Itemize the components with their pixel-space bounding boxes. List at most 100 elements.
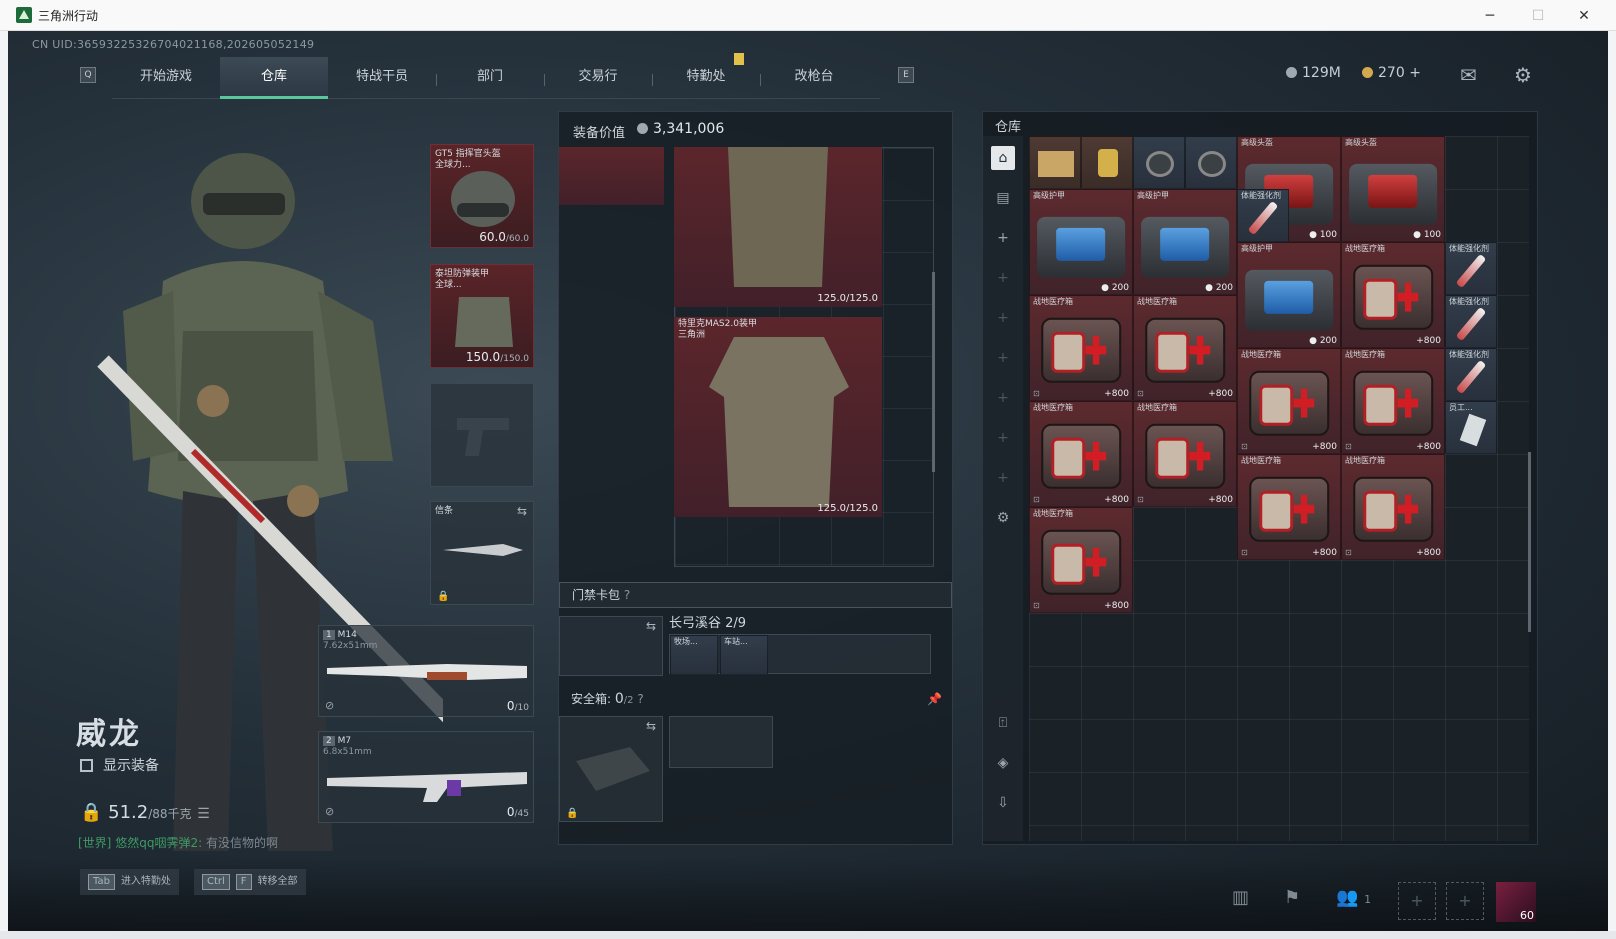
maximize-button[interactable]: ☐	[1516, 4, 1560, 28]
swap-icon[interactable]: ⇆	[646, 719, 656, 733]
nav-prev-key[interactable]: Q	[80, 67, 96, 83]
carry-weight: 🔒 51.2/88千克 ☰	[80, 802, 210, 823]
lock-icon: ⊡	[1241, 442, 1248, 451]
syringe-item[interactable]: 体能强化剂	[1445, 295, 1497, 348]
swap-icon[interactable]: ⇆	[646, 619, 656, 633]
armor-case-item[interactable]: 高级护甲 ● 200	[1029, 189, 1133, 295]
close-button[interactable]: ✕	[1562, 4, 1606, 28]
armor-item-2[interactable]: 特里克MAS2.0装甲 三角洲 125.0/125.0	[674, 317, 882, 517]
loadout-panel: 装备价值 3,341,006 125.0/125.0 特里克MAS2.0装甲 三…	[558, 111, 953, 845]
gold-currency[interactable]: 270 +	[1362, 65, 1421, 81]
show-gear-checkbox[interactable]	[80, 759, 93, 772]
add-currency-button[interactable]: +	[1409, 65, 1421, 81]
primary-ammo: 0/10	[506, 699, 529, 713]
secondary-weapon-slot[interactable]: 2 M7 6.8x51mm ⊘ 0/45	[318, 731, 534, 823]
settings-icon[interactable]: ⚙	[1514, 63, 1532, 87]
melee-slot[interactable]: 信条 ⇆ 🔒	[430, 501, 534, 605]
silver-currency[interactable]: 129M	[1286, 65, 1341, 81]
keycard-case-slot[interactable]: ⇆	[559, 616, 663, 676]
body-armor-slot[interactable]: 泰坦防弹装甲 全球... 150.0/150.0	[430, 264, 534, 368]
warehouse-title: 仓库	[995, 120, 1022, 135]
no-attachment-icon: ⊘	[325, 699, 335, 712]
collectible-item[interactable]	[1081, 136, 1133, 189]
gold-coin-icon	[1362, 67, 1373, 78]
main-nav: 开始游戏 仓库 特战干员 部门 交易行 特勤处 改枪台	[112, 53, 880, 99]
lock-icon: ⊡	[1345, 548, 1352, 557]
employee-tag-item[interactable]: 员工...	[1445, 401, 1497, 454]
syringe-item[interactable]: 体能强化剂	[1445, 242, 1497, 295]
key-card[interactable]: 车站...	[720, 635, 768, 675]
helmet-case-item[interactable]: 高级头盔 ● 100	[1341, 136, 1445, 242]
add-tab-icon[interactable]: +	[991, 226, 1015, 250]
armor-item-1[interactable]: 125.0/125.0	[674, 147, 882, 307]
safebox-grid-cell[interactable]	[669, 716, 773, 768]
helmet-slot[interactable]: GT5 指挥官头盔 全球力... 60.0/60.0	[430, 144, 534, 248]
enter-special-ops-hint[interactable]: Tab 进入特勤处	[80, 869, 179, 895]
keycard-bar[interactable]: 门禁卡包 ?	[559, 582, 952, 608]
mail-icon[interactable]: ✉	[1460, 63, 1477, 87]
scrollbar[interactable]	[932, 272, 935, 472]
medkit-item[interactable]: 战地医疗箱 ⊡ +800	[1133, 295, 1237, 401]
armor-durability: 150.0/150.0	[465, 350, 529, 364]
silver-coin-icon	[637, 123, 648, 134]
swap-icon[interactable]: ⇆	[517, 504, 527, 518]
flag-icon[interactable]: ⚑	[1284, 887, 1300, 908]
backpack-item[interactable]	[559, 147, 664, 205]
medkit-item[interactable]: 战地医疗箱 ⊡ +800	[1029, 295, 1133, 401]
medkit-item[interactable]: 战地医疗箱 ⊡ +800	[1341, 348, 1445, 454]
tab-gunsmith[interactable]: 改枪台	[760, 57, 868, 99]
coin-icon: ●	[1413, 230, 1421, 240]
helmet-image	[451, 171, 515, 227]
syringe-item[interactable]: 体能强化剂	[1237, 189, 1289, 242]
add-tab-icon[interactable]: +	[991, 386, 1015, 410]
folder-icon[interactable]: ▤	[991, 186, 1015, 210]
show-gear-toggle[interactable]: 显示装备	[80, 755, 159, 775]
medkit-item[interactable]: 战地医疗箱 ⊡ +800	[1237, 348, 1341, 454]
add-tab-icon[interactable]: +	[991, 266, 1015, 290]
sort-icon[interactable]: ⍐	[991, 711, 1015, 735]
tab-department[interactable]: 部门	[436, 57, 544, 99]
safebox-slot[interactable]: ⇆ 🔒	[559, 716, 663, 822]
scope-item[interactable]	[1133, 136, 1185, 189]
pistol-slot[interactable]	[430, 383, 534, 487]
medkit-item[interactable]: 战地医疗箱 ⊡ +800	[1029, 401, 1133, 507]
medkit-item[interactable]: 战地医疗箱 ⊡ +800	[1029, 507, 1133, 613]
stats-icon[interactable]: ▥	[1232, 887, 1249, 908]
avatar[interactable]: 60	[1496, 882, 1536, 922]
settings-icon[interactable]: ⚙	[991, 506, 1015, 530]
medkit-item[interactable]: 战地医疗箱 ⊡ +800	[1237, 454, 1341, 560]
key-card[interactable]: 牧场...	[670, 635, 718, 675]
medkit-item[interactable]: 战地医疗箱 ⊡ +800	[1341, 454, 1445, 560]
syringe-item[interactable]: 体能强化剂	[1445, 348, 1497, 401]
team-slot[interactable]: +	[1446, 882, 1484, 920]
pin-icon[interactable]: 📌	[927, 687, 942, 711]
lock-icon: ⊡	[1137, 389, 1144, 398]
transfer-icon[interactable]: ⇩	[991, 791, 1015, 815]
medkit-item[interactable]: 战地医疗箱 ⊡ +800	[1133, 401, 1237, 507]
add-tab-icon[interactable]: +	[991, 306, 1015, 330]
list-icon[interactable]: ☰	[197, 806, 210, 822]
chat-line[interactable]: [世界] 悠然qq咽霁弹2: 有没信物的啊	[78, 834, 278, 851]
layers-icon[interactable]: ◈	[991, 751, 1015, 775]
tab-trade[interactable]: 交易行	[544, 57, 652, 99]
tab-start-game[interactable]: 开始游戏	[112, 57, 220, 99]
transfer-all-hint[interactable]: Ctrl F 转移全部	[194, 869, 306, 895]
team-slot[interactable]: +	[1398, 882, 1436, 920]
collectible-item[interactable]	[1029, 136, 1081, 189]
add-tab-icon[interactable]: +	[991, 466, 1015, 490]
item-quantity: ● 200	[1309, 336, 1337, 346]
primary-weapon-slot[interactable]: 1 M14 7.62x51mm ⊘ 0/10	[318, 625, 534, 717]
scrollbar[interactable]	[1528, 452, 1531, 632]
add-tab-icon[interactable]: +	[991, 426, 1015, 450]
armor-case-item[interactable]: 高级护甲 ● 200	[1133, 189, 1237, 295]
minimize-button[interactable]: ─	[1468, 4, 1512, 28]
tab-warehouse[interactable]: 仓库	[220, 57, 328, 99]
armor-case-item[interactable]: 高级护甲 ● 200	[1237, 242, 1341, 348]
add-tab-icon[interactable]: +	[991, 346, 1015, 370]
tab-operators[interactable]: 特战干员	[328, 57, 436, 99]
friends-icon[interactable]: 👥 1	[1336, 887, 1371, 908]
medkit-item[interactable]: 战地医疗箱 +800	[1341, 242, 1445, 348]
warehouse-home-icon[interactable]: ⌂	[991, 146, 1015, 170]
nav-next-key[interactable]: E	[898, 67, 914, 83]
scope-item[interactable]	[1185, 136, 1237, 189]
